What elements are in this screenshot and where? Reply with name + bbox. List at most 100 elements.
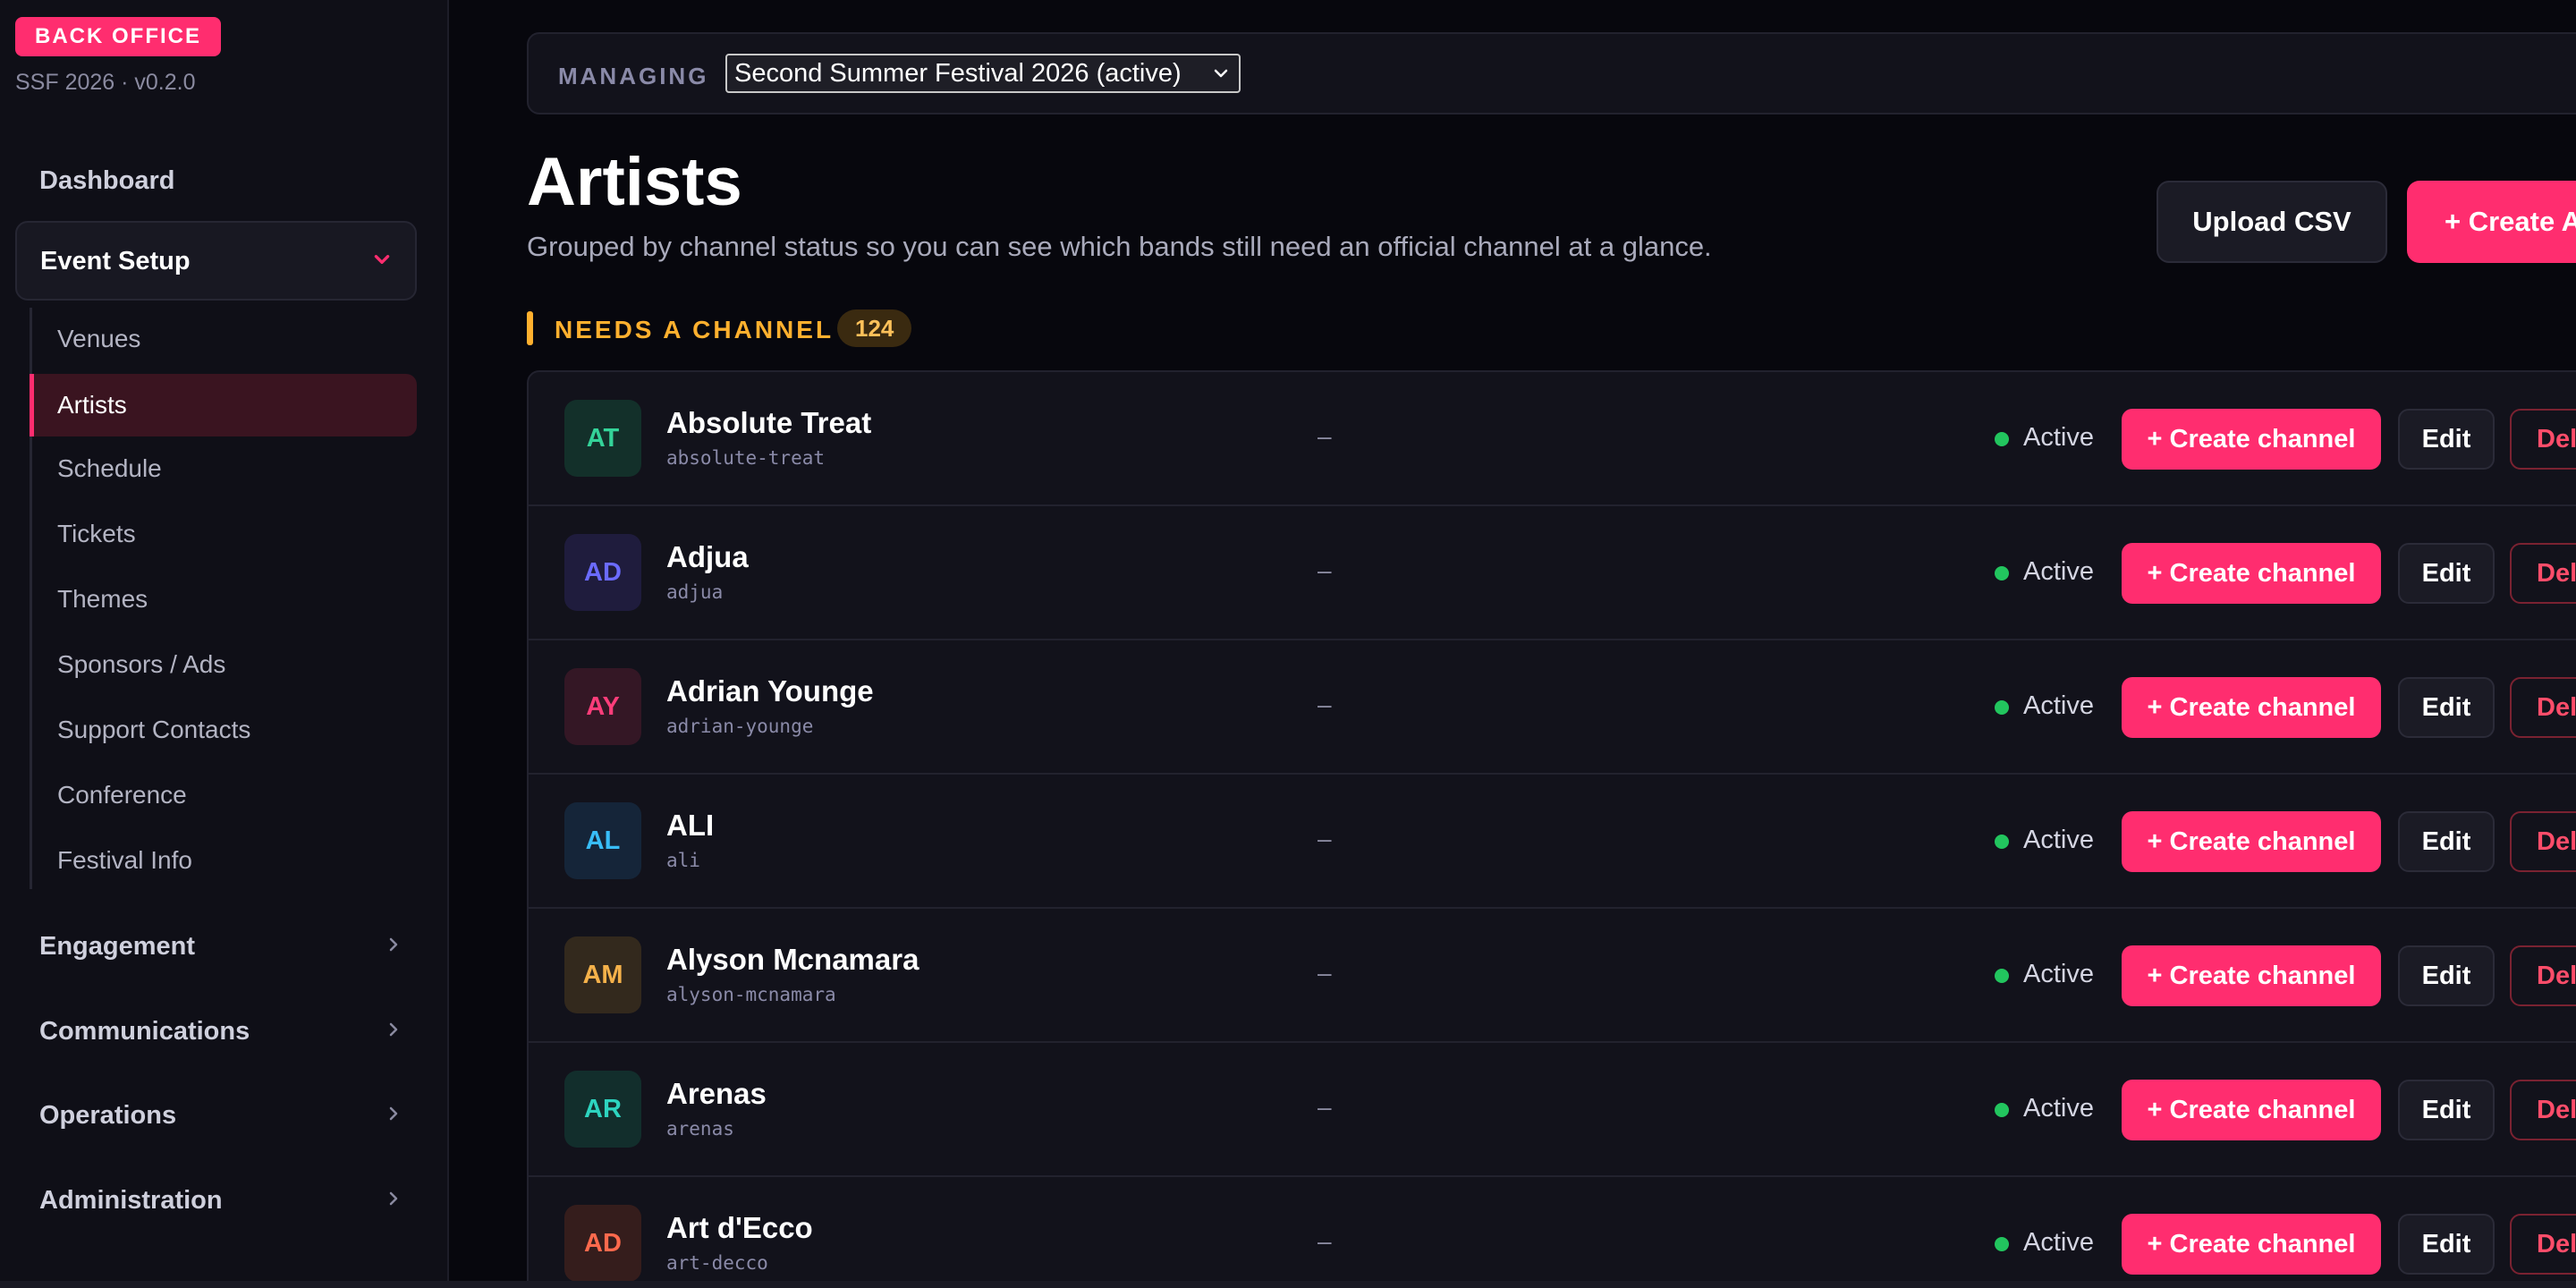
table-row: AR Arenas arenas – Active + Create chann… [529,1043,2576,1177]
artist-slug: art-decco [666,1252,768,1274]
status-text: Active [2023,1094,2094,1123]
status-text: Active [2023,557,2094,586]
sidebar-item-tickets[interactable]: Tickets [57,520,136,548]
status-dot-icon [1995,1103,2009,1117]
chevron-down-icon [374,255,390,264]
channel-value: – [1318,556,1332,584]
delete-button[interactable]: Delete [2510,1080,2576,1140]
managing-bar: MANAGING Second Summer Festival 2026 (ac… [527,32,2576,114]
artist-name: Alyson Mcnamara [666,943,919,976]
table-row: AT Absolute Treat absolute-treat – Activ… [529,372,2576,506]
sidebar-group-operations[interactable]: Operations [39,1101,398,1131]
artist-slug: adjua [666,581,724,603]
sidebar-group-label: Operations [39,1101,177,1130]
status-dot-icon [1995,700,2009,715]
section-count-badge: 124 [837,309,912,347]
sidebar-item-support-contacts[interactable]: Support Contacts [57,716,250,744]
edit-button[interactable]: Edit [2398,811,2495,872]
artist-slug: absolute-treat [666,447,826,469]
artist-name: Adjua [666,540,749,573]
sidebar-group-engagement[interactable]: Engagement [39,932,398,962]
sidebar-item-artists[interactable]: Artists [30,374,417,436]
page-title: Artists [527,144,742,220]
sidebar-item-venues[interactable]: Venues [57,325,140,353]
app-version: SSF 2026 · v0.2.0 [15,70,196,95]
status-text: Active [2023,423,2094,452]
avatar: AY [564,668,641,745]
status-text: Active [2023,960,2094,988]
create-channel-button[interactable]: + Create channel [2122,677,2381,738]
sidebar-item-festival-info[interactable]: Festival Info [57,846,192,875]
active-indicator [30,374,34,436]
create-channel-button[interactable]: + Create channel [2122,945,2381,1006]
event-select[interactable]: Second Summer Festival 2026 (active) [725,54,1241,93]
sidebar-group-label: Administration [39,1186,223,1215]
status-dot-icon [1995,1237,2009,1251]
delete-button[interactable]: Delete [2510,677,2576,738]
avatar: AR [564,1071,641,1148]
table-row: AM Alyson Mcnamara alyson-mcnamara – Act… [529,909,2576,1043]
artist-name: Absolute Treat [666,406,872,439]
page-subtitle: Grouped by channel status so you can see… [527,231,1712,262]
delete-button[interactable]: Delete [2510,1214,2576,1275]
avatar: AD [564,534,641,611]
sidebar-item-dashboard[interactable]: Dashboard [39,166,174,196]
section-label: NEEDS A CHANNEL [555,316,835,343]
create-channel-button[interactable]: + Create channel [2122,1214,2381,1275]
sidebar-item-schedule[interactable]: Schedule [57,454,162,483]
artist-list: AT Absolute Treat absolute-treat – Activ… [527,370,2576,1288]
edit-button[interactable]: Edit [2398,409,2495,470]
create-artist-button[interactable]: + Create Artist [2407,181,2576,263]
avatar: AT [564,400,641,477]
create-channel-button[interactable]: + Create channel [2122,811,2381,872]
artist-slug: adrian-younge [666,716,814,737]
edit-button[interactable]: Edit [2398,1080,2495,1140]
status-dot-icon [1995,969,2009,983]
back-office-badge: BACK OFFICE [15,17,221,56]
status-dot-icon [1995,566,2009,580]
delete-button[interactable]: Delete [2510,811,2576,872]
channel-value: – [1318,825,1332,852]
managing-label: MANAGING [558,63,709,89]
table-row: AY Adrian Younge adrian-younge – Active … [529,640,2576,775]
table-row: AD Adjua adjua – Active + Create channel… [529,506,2576,640]
edit-button[interactable]: Edit [2398,1214,2495,1275]
sidebar-group-communications[interactable]: Communications [39,1017,398,1046]
sidebar-item-sponsors-ads[interactable]: Sponsors / Ads [57,650,225,679]
bottom-scrollbar[interactable] [0,1281,2576,1288]
sidebar-item-label: Artists [57,391,127,419]
status-text: Active [2023,826,2094,854]
chevron-right-icon [389,1022,398,1037]
sidebar-group-administration[interactable]: Administration [39,1186,398,1216]
sidebar-group-event-setup[interactable]: Event Setup [15,221,417,301]
status-dot-icon [1995,835,2009,849]
avatar: AD [564,1205,641,1282]
artist-slug: ali [666,850,700,871]
sidebar-item-conference[interactable]: Conference [57,781,187,809]
delete-button[interactable]: Delete [2510,409,2576,470]
sidebar-group-label: Engagement [39,932,196,961]
create-channel-button[interactable]: + Create channel [2122,1080,2381,1140]
sidebar: BACK OFFICE SSF 2026 · v0.2.0 Dashboard … [0,0,449,1288]
avatar: AL [564,802,641,879]
edit-button[interactable]: Edit [2398,677,2495,738]
create-channel-button[interactable]: + Create channel [2122,409,2381,470]
sidebar-item-themes[interactable]: Themes [57,585,148,614]
table-row: AD Art d'Ecco art-decco – Active + Creat… [529,1177,2576,1288]
chevron-down-icon [1214,69,1228,78]
chevron-right-icon [389,1191,398,1206]
artist-slug: alyson-mcnamara [666,984,836,1005]
edit-button[interactable]: Edit [2398,543,2495,604]
sidebar-group-label: Communications [39,1017,250,1046]
edit-button[interactable]: Edit [2398,945,2495,1006]
avatar: AM [564,936,641,1013]
delete-button[interactable]: Delete [2510,543,2576,604]
channel-value: – [1318,422,1332,450]
create-channel-button[interactable]: + Create channel [2122,543,2381,604]
upload-csv-button[interactable]: Upload CSV [2157,181,2387,263]
channel-value: – [1318,1227,1332,1255]
status-text: Active [2023,1228,2094,1257]
delete-button[interactable]: Delete [2510,945,2576,1006]
artist-name: ALI [666,809,715,842]
channel-value: – [1318,959,1332,987]
